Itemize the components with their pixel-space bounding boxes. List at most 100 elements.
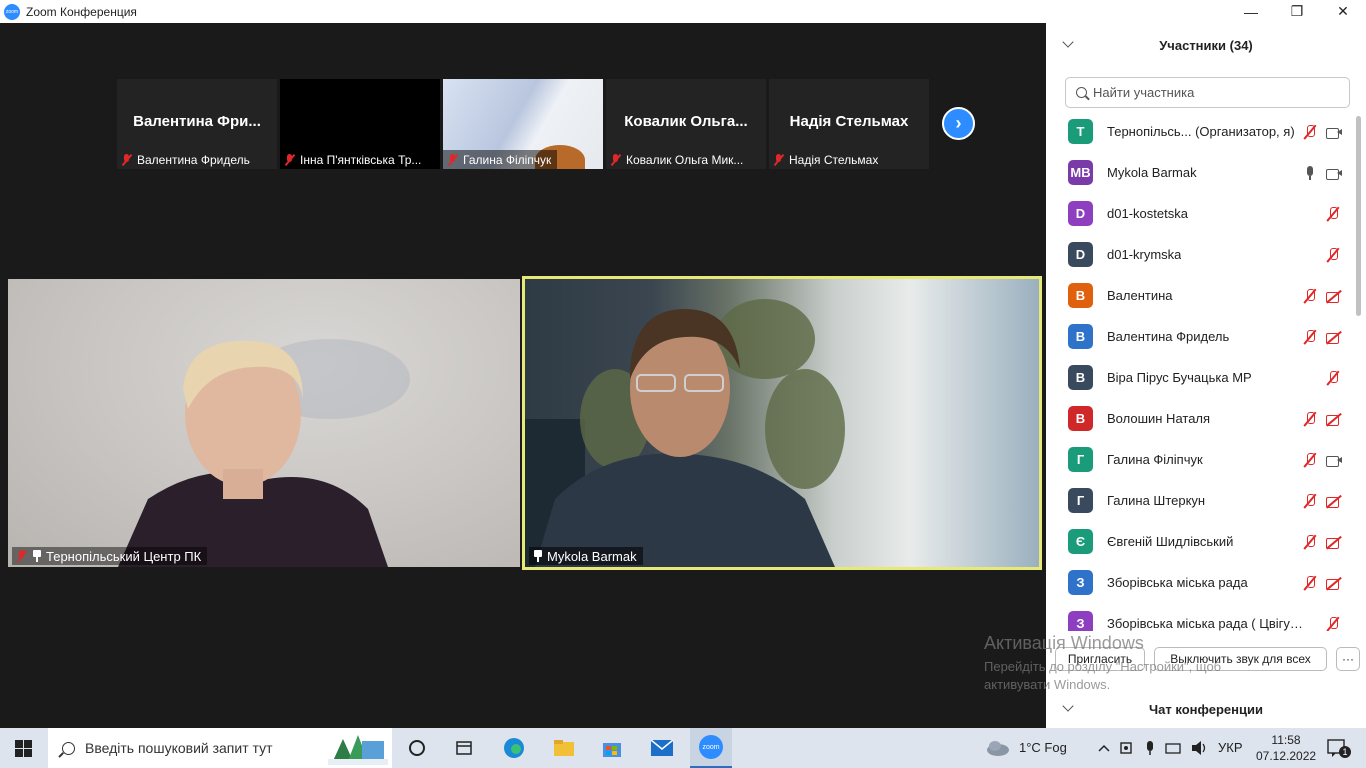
mic-muted-icon[interactable] — [1302, 329, 1318, 345]
mic-muted-icon[interactable] — [1325, 616, 1341, 632]
zoom-taskbar-icon[interactable]: zoom — [690, 728, 732, 768]
scrollbar[interactable] — [1355, 111, 1362, 631]
window-title: Zoom Конференция — [26, 4, 137, 19]
thumbnail-video[interactable]: Валентина Фри... Валентина Фридель — [117, 79, 277, 169]
minimize-button[interactable]: — — [1228, 0, 1274, 23]
mute-all-button[interactable]: Выключить звук для всех — [1154, 647, 1327, 671]
mic-muted-icon[interactable] — [1302, 288, 1318, 304]
thumbnail-label: Надія Стельмах — [769, 150, 884, 169]
participant-row[interactable]: Є Євгеній Шидлівський — [1046, 521, 1352, 562]
pin-icon — [32, 550, 42, 562]
notifications-icon[interactable]: 1 — [1325, 736, 1351, 760]
avatar: В — [1068, 406, 1093, 431]
weather-text[interactable]: 1°C Fog — [1019, 740, 1067, 755]
camera-icon[interactable] — [1326, 124, 1342, 140]
thumbnail-video[interactable]: Інна П'янтківська Тр... — [280, 79, 440, 169]
participant-name: Валентина — [1107, 288, 1173, 303]
main-video-left[interactable]: Тернопільський Центр ПК — [8, 279, 520, 567]
mic-muted-icon[interactable] — [1325, 206, 1341, 222]
camera-off-icon[interactable] — [1326, 534, 1342, 550]
network-tray-icon[interactable] — [1162, 736, 1186, 760]
camera-off-icon[interactable] — [1326, 493, 1342, 509]
mic-muted-icon[interactable] — [1302, 575, 1318, 591]
camera-icon[interactable] — [1326, 165, 1342, 181]
thumbnail-label: Галина Філіпчук — [443, 150, 558, 169]
weather-icon[interactable] — [985, 736, 1009, 760]
close-button[interactable]: ✕ — [1320, 0, 1366, 23]
mail-icon[interactable] — [650, 736, 674, 760]
participant-row[interactable]: MB Mykola Barmak — [1046, 152, 1352, 193]
camera-off-icon[interactable] — [1326, 329, 1342, 345]
participant-name: Зборівська міська рада — [1107, 575, 1248, 590]
chevron-down-icon[interactable] — [1062, 36, 1074, 48]
mic-muted-icon[interactable] — [1302, 411, 1318, 427]
participant-row[interactable]: Dd01-kostetska — [1046, 193, 1352, 234]
chevron-down-icon[interactable] — [1062, 700, 1074, 712]
thumbnail-display-name: Надія Стельмах — [789, 113, 909, 130]
participant-row[interactable]: Г Галина Філіпчук — [1046, 439, 1352, 480]
participant-row[interactable]: В Валентина — [1046, 275, 1352, 316]
mic-muted-icon[interactable] — [1302, 452, 1318, 468]
participant-row[interactable]: В Віра Пірус Бучацька МР — [1046, 357, 1352, 398]
microphone-tray-icon[interactable] — [1138, 736, 1162, 760]
mic-muted-icon[interactable] — [1302, 534, 1318, 550]
search-input[interactable] — [1093, 85, 1333, 100]
mic-muted-icon[interactable] — [1325, 247, 1341, 263]
thumbnail-label: Інна П'янтківська Тр... — [280, 150, 427, 169]
participant-video-image — [525, 299, 845, 567]
widgets-icon[interactable] — [452, 736, 476, 760]
thumbnail-video[interactable]: Галина Філіпчук — [443, 79, 603, 169]
thumbnail-video[interactable]: Надія Стельмах Надія Стельмах — [769, 79, 929, 169]
participant-row[interactable]: В Волошин Наталя — [1046, 398, 1352, 439]
store-icon[interactable] — [600, 736, 624, 760]
mic-muted-icon — [447, 153, 459, 166]
camera-off-icon[interactable] — [1326, 575, 1342, 591]
clock[interactable]: 11:58 07.12.2022 — [1256, 732, 1316, 764]
file-explorer-icon[interactable] — [552, 736, 576, 760]
participant-search[interactable] — [1065, 77, 1350, 108]
video-label: Тернопільський Центр ПК — [12, 547, 208, 565]
taskbar-search[interactable]: Введіть пошуковий запит тут — [48, 728, 392, 768]
camera-off-icon[interactable] — [1326, 411, 1342, 427]
avatar: Є — [1068, 529, 1093, 554]
camera-off-icon[interactable] — [1326, 288, 1342, 304]
language-indicator[interactable]: УКР — [1218, 740, 1243, 755]
thumbnail-video[interactable]: Ковалик Ольга... Ковалик Ольга Мик... — [606, 79, 766, 169]
microphone-icon[interactable] — [1302, 165, 1318, 181]
zoom-logo-icon: zoom — [4, 3, 20, 20]
windows-start-icon[interactable] — [15, 740, 32, 757]
participant-name: Валентина Фридель — [1107, 329, 1230, 344]
avatar: D — [1068, 201, 1093, 226]
participant-row[interactable]: В Валентина Фридель — [1046, 316, 1352, 357]
maximize-button[interactable]: ❐ — [1274, 0, 1320, 23]
main-video-right[interactable]: Mykola Barmak — [522, 276, 1042, 570]
participant-row[interactable]: З Зборівська міська рада ( Цвігун,С... — [1046, 603, 1352, 631]
taskbar: Введіть пошуковий запит тут zoom 1°C Fog — [0, 728, 1366, 768]
mic-muted-icon[interactable] — [1302, 493, 1318, 509]
thumbnail-label: Валентина Фридель — [117, 150, 256, 169]
volume-icon[interactable] — [1188, 736, 1212, 760]
camera-icon[interactable] — [1326, 452, 1342, 468]
more-options-button[interactable]: ··· — [1336, 647, 1360, 671]
invite-button[interactable]: Пригласить — [1055, 647, 1145, 671]
edge-browser-icon[interactable] — [502, 736, 526, 760]
participant-row[interactable]: З Зборівська міська рада — [1046, 562, 1352, 603]
meeting-area: Валентина Фри... Валентина Фридель Інна … — [0, 23, 1046, 728]
thumbnail-display-name: Валентина Фри... — [133, 113, 261, 130]
mic-muted-icon[interactable] — [1302, 124, 1318, 140]
chat-header[interactable]: Чат конференции — [1046, 691, 1366, 728]
participant-row[interactable]: T Тернопільсь... (Организатор, я) — [1046, 111, 1352, 152]
participant-row[interactable]: Г Галина Штеркун — [1046, 480, 1352, 521]
avatar: В — [1068, 283, 1093, 308]
scrollbar-thumb[interactable] — [1356, 116, 1361, 316]
mic-muted-icon[interactable] — [1325, 370, 1341, 386]
participant-video-image — [118, 339, 410, 567]
avatar: Г — [1068, 488, 1093, 513]
task-view-icon[interactable] — [405, 736, 429, 760]
next-page-button[interactable]: › — [942, 107, 975, 140]
camera-tray-icon[interactable] — [1116, 736, 1140, 760]
avatar: Г — [1068, 447, 1093, 472]
chevron-up-icon[interactable] — [1092, 736, 1116, 760]
participant-row[interactable]: Dd01-krymska — [1046, 234, 1352, 275]
pin-icon — [533, 550, 543, 562]
